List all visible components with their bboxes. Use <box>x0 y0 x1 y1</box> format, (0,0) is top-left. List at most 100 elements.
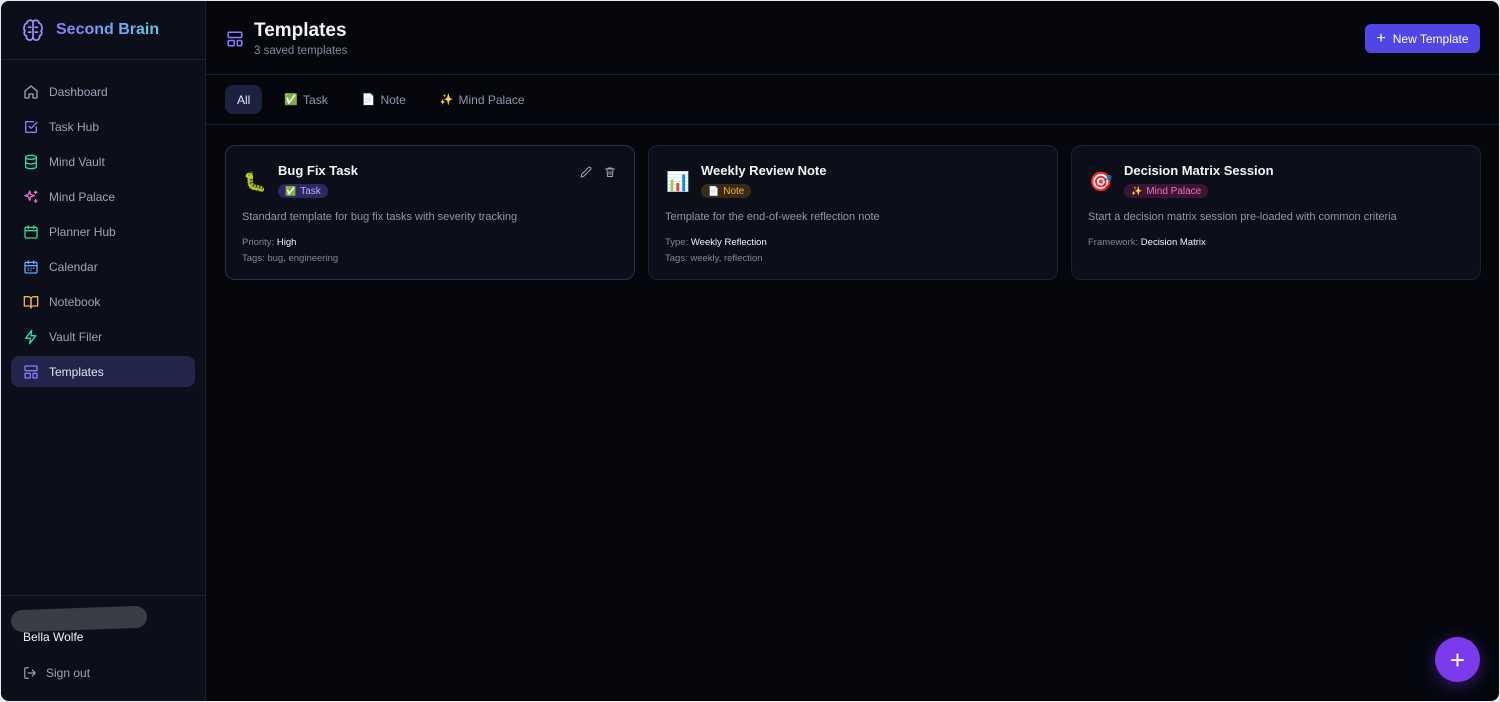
sparkles-emoji-icon: ✨ <box>439 94 454 106</box>
sidebar-item-mind-palace[interactable]: Mind Palace <box>11 181 195 212</box>
calendar-icon <box>24 259 38 274</box>
filter-tab-note[interactable]: 📄 Note <box>350 85 418 114</box>
template-description: Start a decision matrix session pre-load… <box>1088 211 1397 223</box>
filter-label: All <box>237 92 251 107</box>
document-emoji-icon: 📄 <box>361 94 376 106</box>
template-meta-row: Priority: High <box>242 237 296 248</box>
sidebar-item-notebook[interactable]: Notebook <box>11 286 195 317</box>
badge-label: Note <box>723 185 745 197</box>
template-meta-row: Tags: weekly, reflection <box>665 253 763 264</box>
plus-icon: + <box>1376 29 1386 47</box>
template-title: Bug Fix Task <box>278 163 358 178</box>
sidebar-item-mind-vault[interactable]: Mind Vault <box>11 146 195 177</box>
sidebar-item-label: Mind Palace <box>49 189 116 204</box>
meta-key: Framework: <box>1088 237 1139 248</box>
page-title: Templates <box>254 20 347 41</box>
edit-pencil-icon[interactable] <box>580 166 592 178</box>
database-icon <box>25 154 37 169</box>
filter-label: Mind Palace <box>458 92 525 107</box>
sparkles-emoji-icon: ✨ <box>1131 185 1143 196</box>
check-emoji-icon: ✅ <box>284 94 299 106</box>
meta-key: Priority: <box>242 237 275 248</box>
sidebar-item-label: Notebook <box>49 294 101 309</box>
meta-key: Tags: <box>665 253 688 264</box>
layout-icon <box>227 31 243 47</box>
type-badge: ✅ Task <box>278 184 328 198</box>
sidebar-item-label: Dashboard <box>49 84 108 99</box>
filter-tabs: All ✅ Task 📄 Note ✨ Mind Palace <box>206 75 1499 125</box>
template-card-decision-matrix-session[interactable]: 🎯 Decision Matrix Session ✨ Mind Palace … <box>1071 145 1481 280</box>
bug-emoji-icon: 🐛 <box>243 172 267 193</box>
sidebar-item-vault-filer[interactable]: Vault Filer <box>11 321 195 352</box>
sign-out-label: Sign out <box>46 666 91 680</box>
bar-chart-emoji-icon: 📊 <box>666 172 690 193</box>
check-emoji-icon: ✅ <box>285 185 297 196</box>
layout-icon <box>24 364 38 379</box>
template-meta-row: Tags: bug, engineering <box>242 253 338 264</box>
brain-icon <box>23 19 43 41</box>
sign-out-button[interactable]: Sign out <box>23 666 90 680</box>
sidebar-item-task-hub[interactable]: Task Hub <box>11 111 195 142</box>
sidebar: Second Brain Dashboard Task Hub Mind Vau… <box>1 1 206 701</box>
trash-icon[interactable] <box>604 166 616 178</box>
sparkles-icon <box>24 189 38 203</box>
sidebar-footer: Bella Wolfe Sign out <box>1 595 205 701</box>
redacted-email <box>10 605 148 633</box>
sidebar-item-planner-hub[interactable]: Planner Hub <box>11 216 195 247</box>
meta-key: Tags: <box>242 253 265 264</box>
sidebar-nav: Dashboard Task Hub Mind Vault Mind Palac… <box>1 60 205 391</box>
template-grid: 🐛 Bug Fix Task ✅ Task Standard template … <box>225 145 1481 280</box>
filter-tab-all[interactable]: All <box>225 85 263 114</box>
template-meta-row: Type: Weekly Reflection <box>665 237 767 248</box>
meta-value: Decision Matrix <box>1140 237 1206 248</box>
log-out-icon <box>24 667 36 679</box>
meta-value: bug, engineering <box>267 253 339 264</box>
lightning-icon <box>25 329 37 344</box>
book-open-icon <box>23 295 39 309</box>
meta-value: Weekly Reflection <box>690 237 767 248</box>
filter-label: Task <box>303 92 328 107</box>
badge-label: Mind Palace <box>1146 185 1202 197</box>
type-badge: 📄 Note <box>701 184 752 198</box>
floating-add-button[interactable]: + <box>1435 637 1480 682</box>
meta-value: weekly, reflection <box>690 253 763 264</box>
main-content: Templates 3 saved templates + New Templa… <box>206 1 1499 701</box>
page-header: Templates 3 saved templates + New Templa… <box>206 1 1499 75</box>
sidebar-item-label: Task Hub <box>49 119 100 134</box>
target-emoji-icon: 🎯 <box>1089 172 1113 193</box>
home-icon <box>24 84 38 99</box>
filter-tab-mind-palace[interactable]: ✨ Mind Palace <box>428 85 537 114</box>
template-title: Decision Matrix Session <box>1124 163 1274 178</box>
sidebar-item-templates[interactable]: Templates <box>11 356 195 387</box>
checkbox-icon <box>25 120 38 133</box>
app-window: Second Brain Dashboard Task Hub Mind Vau… <box>1 1 1499 701</box>
sidebar-item-label: Mind Vault <box>49 154 105 169</box>
sidebar-item-label: Planner Hub <box>49 224 116 239</box>
meta-value: High <box>276 237 297 248</box>
sidebar-item-label: Templates <box>49 364 104 379</box>
type-badge: ✨ Mind Palace <box>1124 184 1209 198</box>
sidebar-item-dashboard[interactable]: Dashboard <box>11 76 195 107</box>
document-emoji-icon: 📄 <box>708 185 720 196</box>
meta-key: Type: <box>665 237 689 248</box>
filter-tab-task[interactable]: ✅ Task <box>272 85 339 114</box>
template-description: Template for the end-of-week reflection … <box>665 211 880 223</box>
sidebar-item-label: Vault Filer <box>49 329 103 344</box>
badge-label: Task <box>300 185 321 197</box>
template-title: Weekly Review Note <box>701 163 827 178</box>
brand[interactable]: Second Brain <box>1 1 205 60</box>
template-card-bug-fix-task[interactable]: 🐛 Bug Fix Task ✅ Task Standard template … <box>225 145 635 280</box>
new-template-label: New Template <box>1392 31 1469 46</box>
brand-name: Second Brain <box>56 21 160 38</box>
template-card-weekly-review-note[interactable]: 📊 Weekly Review Note 📄 Note Template for… <box>648 145 1058 280</box>
filter-label: Note <box>380 92 406 107</box>
template-meta-row: Framework: Decision Matrix <box>1088 237 1206 248</box>
new-template-button[interactable]: + New Template <box>1365 24 1480 53</box>
sidebar-item-label: Calendar <box>49 259 98 274</box>
calendar-check-icon <box>24 224 38 239</box>
sidebar-item-calendar[interactable]: Calendar <box>11 251 195 282</box>
user-name: Bella Wolfe <box>23 630 84 644</box>
card-actions <box>580 166 616 178</box>
page-subtitle: 3 saved templates <box>254 45 348 57</box>
template-description: Standard template for bug fix tasks with… <box>242 211 518 223</box>
